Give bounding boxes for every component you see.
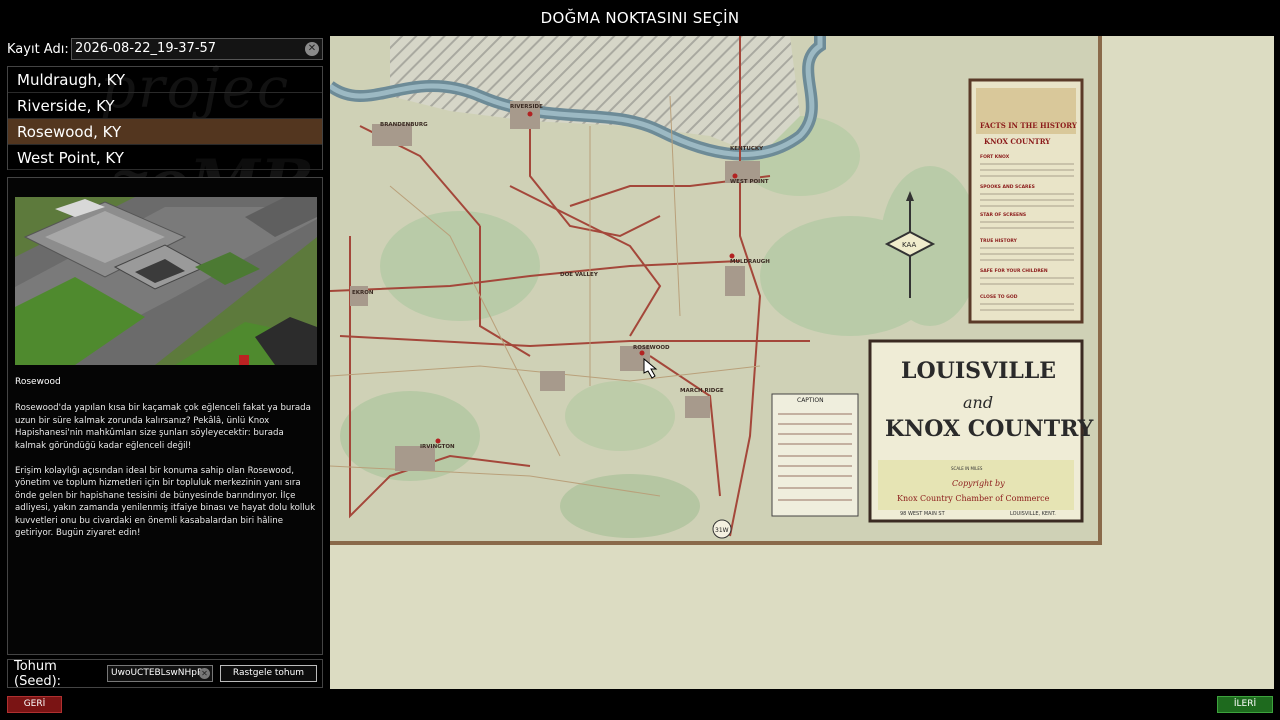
map-label-doe-valley: DOE VALLEY [560,272,599,278]
poster-copyright: Copyright by [952,479,1005,488]
town-preview-illustration [15,197,317,365]
town-item-muldraugh[interactable]: Muldraugh, KY [8,67,322,93]
back-button[interactable]: GERİ [7,696,62,713]
map-label-irvington: IRVINGTON [420,444,455,450]
svg-text:SPOOKS AND SCARES: SPOOKS AND SCARES [980,184,1035,190]
svg-text:TRUE HISTORY: TRUE HISTORY [980,238,1018,244]
clear-x-icon[interactable]: ✕ [199,668,210,679]
poster-line-1: LOUISVILLE [901,358,1056,384]
town-info-title: Rosewood [15,377,61,387]
map-label-ekron: EKRON [352,290,374,296]
svg-text:FORT KNOX: FORT KNOX [980,154,1010,160]
route-shield-label: 31W [715,527,729,534]
svg-text:CAPTION: CAPTION [797,397,824,404]
map-label-muldraugh: MULDRAUGH [730,259,770,265]
seed-label: Tohum (Seed): [14,658,62,689]
map-label-brandenburg: BRANDENBURG [380,122,428,128]
town-item-rosewood[interactable]: Rosewood, KY [8,119,322,145]
seed-input[interactable]: UwoUCTEBLswNHpRb ✕ [107,665,213,682]
poster-line-3: KNOX COUNTRY [885,416,1094,442]
clear-x-icon[interactable]: ✕ [305,42,319,56]
map-label-rosewood: ROSEWOOD [633,345,670,351]
seed-row: Tohum (Seed): UwoUCTEBLswNHpRb ✕ Rastgel… [7,658,323,689]
save-name-row: Kayıt Adı: 2026-08-22_19-37-57 ✕ [7,38,323,60]
town-info-panel: Rosewood Rosewood'da yapılan kısa bir ka… [7,177,323,655]
save-name-input[interactable]: 2026-08-22_19-37-57 ✕ [71,38,323,60]
facts-panel: FACTS IN THE HISTORY KNOX COUNTRY FORT K… [968,78,1084,324]
louisville-poster: LOUISVILLE and KNOX COUNTRY SCALE IN MIL… [868,339,1094,523]
caption-panel: CAPTION [771,393,859,517]
compass-label: KAA [902,241,916,249]
map-label-west-point: WEST POINT [730,179,769,185]
map-label-march-ridge: MARCH RIDGE [680,388,724,394]
next-button[interactable]: İLERİ [1217,696,1273,713]
poster-line-2: and [963,393,993,412]
poster-scale: SCALE IN MILES [951,466,983,471]
poster-city: LOUISVILLE, KENT. [1010,511,1056,517]
town-description: Rosewood'da yapılan kısa bir kaçamak çok… [15,402,317,552]
page-title: DOĞMA NOKTASINI SEÇİN [540,9,740,27]
spawn-town-list: Muldraugh, KY Riverside, KY Rosewood, KY… [7,66,323,171]
svg-text:STAR OF SCREENS: STAR OF SCREENS [980,212,1026,218]
random-seed-button[interactable]: Rastgele tohum [220,665,317,682]
seed-value: UwoUCTEBLswNHpRb [111,668,209,678]
town-item-west-point[interactable]: West Point, KY [8,145,322,171]
save-name-value: 2026-08-22_19-37-57 [75,41,217,56]
facts-title-2: KNOX COUNTRY [984,137,1051,146]
map-label-kentucky: KENTUCKY [730,146,764,152]
svg-text:CLOSE TO GOD: CLOSE TO GOD [980,294,1018,300]
map-label-riverside: RIVERSIDE [510,104,543,110]
svg-text:SAFE FOR YOUR CHILDREN: SAFE FOR YOUR CHILDREN [980,268,1048,274]
save-name-label: Kayıt Adı: [7,41,69,57]
left-panel: projec zoMB Kayıt Adı: 2026-08-22_19-37-… [0,36,328,689]
spawn-map[interactable]: RIVERSIDE BRANDENBURG WEST POINT MULDRAU… [330,36,1274,689]
town-description-paragraph-2: Erişim kolaylığı açısından ideal bir kon… [15,465,316,539]
poster-chamber: Knox Country Chamber of Commerce [897,494,1050,503]
poster-address: 98 WEST MAIN ST [900,511,946,517]
town-description-paragraph-1: Rosewood'da yapılan kısa bir kaçamak çok… [15,403,311,451]
map-image: RIVERSIDE BRANDENBURG WEST POINT MULDRAU… [330,36,1274,689]
town-preview-image [15,197,317,365]
facts-title-1: FACTS IN THE HISTORY [980,121,1078,130]
town-item-riverside[interactable]: Riverside, KY [8,93,322,119]
